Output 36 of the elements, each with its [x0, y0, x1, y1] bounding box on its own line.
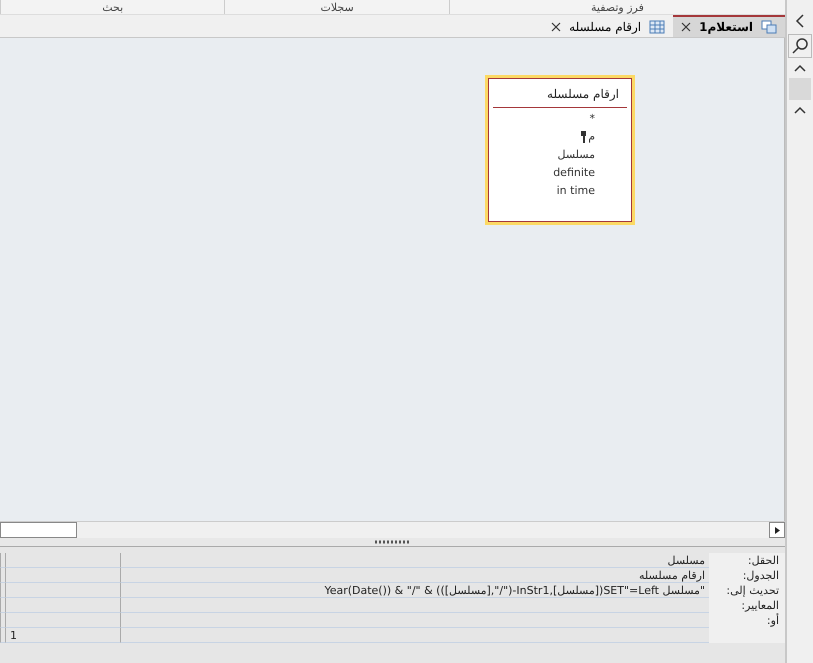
- grid-cell[interactable]: "مسلسل SET"=Left([مسلسل],InStr1-("/",[مسلسل])) & "/" & Year(Date()): [120, 583, 709, 598]
- grid-cell[interactable]: مسلسل: [120, 553, 709, 568]
- row-label: تحديث إلى:: [709, 583, 785, 598]
- field-name[interactable]: definite: [553, 164, 631, 182]
- row-label: الحقل:: [709, 553, 785, 568]
- field-name[interactable]: م: [580, 128, 631, 146]
- caret-up-icon[interactable]: [794, 106, 806, 114]
- chevron-left-icon[interactable]: [795, 14, 805, 28]
- close-icon[interactable]: [681, 22, 692, 32]
- triangle-right-icon: [774, 526, 780, 534]
- splitter-grip-icon[interactable]: [374, 540, 410, 544]
- row-label: المعايير:: [709, 598, 785, 613]
- field-name[interactable]: in time: [556, 182, 631, 200]
- key-icon: [580, 131, 588, 143]
- scrollbar-thumb[interactable]: [0, 522, 77, 538]
- table-icon: [649, 20, 666, 34]
- close-icon[interactable]: [551, 22, 562, 32]
- caret-up-icon[interactable]: [794, 64, 806, 72]
- search-button[interactable]: [788, 34, 812, 58]
- query-icon: [761, 20, 777, 34]
- search-icon: [792, 38, 808, 54]
- grid-cell[interactable]: 1: [5, 628, 120, 643]
- row-label: الجدول:: [709, 568, 785, 583]
- ribbon-group-label: سجلات: [224, 0, 449, 14]
- tab-label: ارقام مسلسله: [569, 20, 642, 34]
- ribbon-group-label: فرز وتصفية: [448, 0, 785, 14]
- tab-label: استعلام1: [699, 20, 753, 34]
- ribbon-group-label: بحث: [0, 0, 224, 14]
- field-name[interactable]: *: [590, 110, 631, 128]
- row-label: أو:: [709, 613, 785, 628]
- field-name[interactable]: مسلسل: [558, 146, 631, 164]
- grid-cell[interactable]: ارقام مسلسله: [120, 568, 709, 583]
- field-list-title: ارقام مسلسله: [546, 86, 620, 103]
- document-tab[interactable]: ارقام مسلسله: [543, 15, 674, 37]
- document-tab[interactable]: استعلام1: [673, 15, 785, 37]
- scroll-right-button[interactable]: [769, 522, 785, 538]
